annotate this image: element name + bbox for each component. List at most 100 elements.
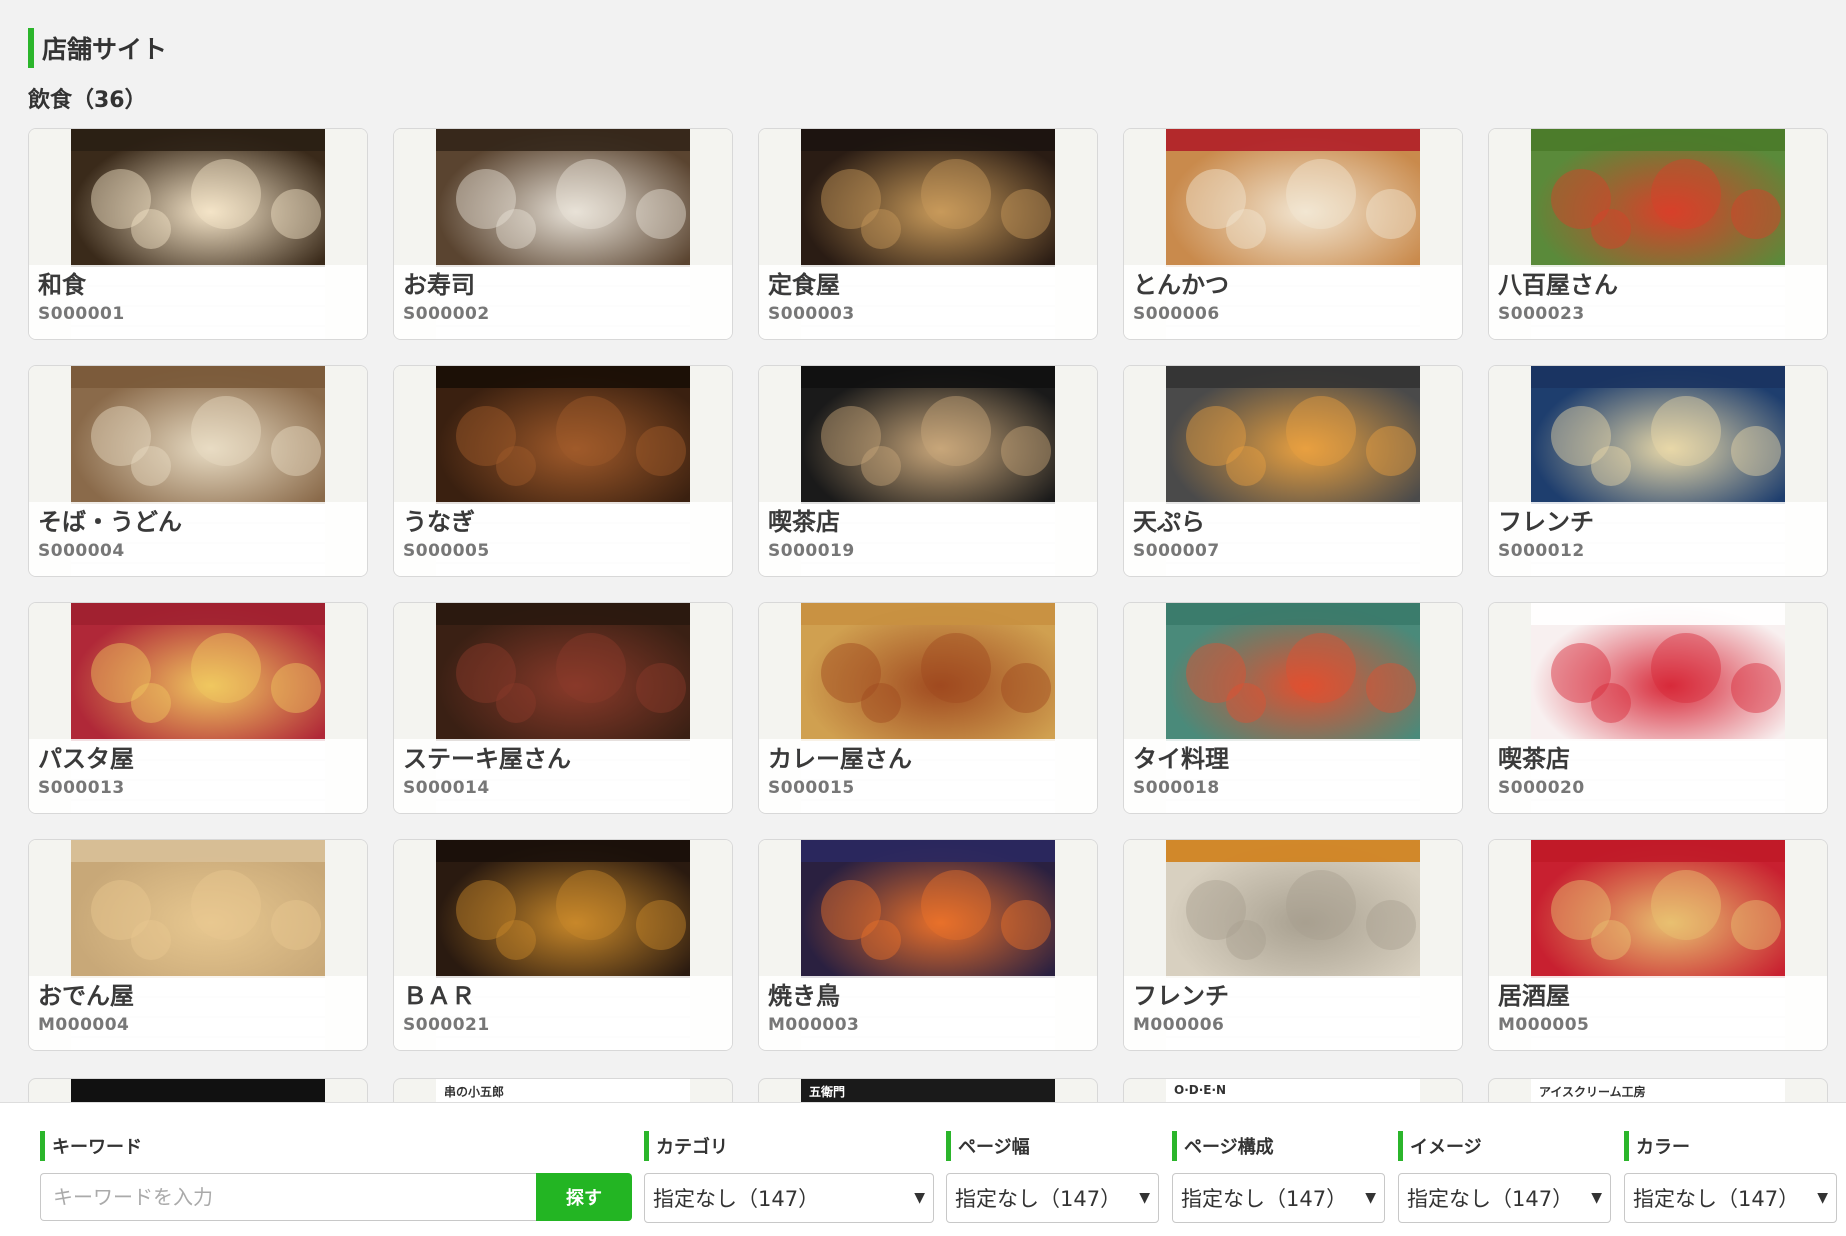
template-card[interactable]: 定食屋 S000003: [758, 128, 1098, 340]
card-code: S000001: [38, 304, 125, 324]
thumbnail-decoration: [1731, 663, 1781, 713]
template-card[interactable]: タイ料理 S000018: [1123, 602, 1463, 814]
card-name: パスタ屋: [38, 745, 134, 773]
template-card[interactable]: ＢＡＲ S000021: [393, 839, 733, 1051]
template-card[interactable]: 喫茶店 S000020: [1488, 602, 1828, 814]
thumbnail-decoration: [556, 396, 626, 466]
template-card[interactable]: 喫茶店 S000019: [758, 365, 1098, 577]
card-name: 天ぷら: [1133, 508, 1205, 536]
keyword-input[interactable]: [40, 1173, 536, 1221]
section-title-text: 店舗サイト: [42, 35, 168, 64]
page-structure-select[interactable]: 指定なし（147） ▼: [1172, 1173, 1385, 1223]
template-card[interactable]: お寿司 S000002: [393, 128, 733, 340]
card-caption: 喫茶店 S000019: [759, 502, 1097, 576]
image-label: イメージ: [1398, 1131, 1482, 1161]
thumbnail-header-bar: [436, 129, 690, 151]
thumbnail-header-bar: [71, 129, 325, 151]
thumbnail-decoration: [1286, 633, 1356, 703]
thumbnail-decoration: [636, 189, 686, 239]
page-width-select[interactable]: 指定なし（147） ▼: [946, 1173, 1159, 1223]
card-name: そば・うどん: [38, 508, 182, 536]
template-card[interactable]: ステーキ屋さん S000014: [393, 602, 733, 814]
card-caption: 八百屋さん S000023: [1489, 265, 1827, 339]
thumbnail-decoration: [496, 920, 536, 960]
thumbnail-decoration: [191, 159, 261, 229]
thumbnail-header-bar: [801, 129, 1055, 151]
thumbnail-decoration: [191, 396, 261, 466]
template-card[interactable]: フレンチ M000006: [1123, 839, 1463, 1051]
template-card[interactable]: とんかつ S000006: [1123, 128, 1463, 340]
template-card[interactable]: 八百屋さん S000023: [1488, 128, 1828, 340]
thumbnail-decoration: [921, 870, 991, 940]
thumbnail-decoration: [1591, 920, 1631, 960]
thumbnail-header-bar: [1166, 129, 1420, 151]
page-width-label: ページ幅: [946, 1131, 1030, 1161]
card-caption: フレンチ S000012: [1489, 502, 1827, 576]
search-button[interactable]: 探す: [536, 1173, 632, 1221]
thumbnail-decoration: [1001, 900, 1051, 950]
template-card[interactable]: 和食 S000001: [28, 128, 368, 340]
section-title: 店舗サイト: [28, 28, 167, 68]
card-caption: ステーキ屋さん S000014: [394, 739, 732, 813]
page-width-select-value: 指定なし（147）: [955, 1187, 1122, 1211]
thumbnail-decoration: [861, 920, 901, 960]
thumbnail-decoration: [1651, 396, 1721, 466]
template-card[interactable]: 居酒屋 M000005: [1488, 839, 1828, 1051]
card-caption: うなぎ S000005: [394, 502, 732, 576]
template-card[interactable]: そば・うどん S000004: [28, 365, 368, 577]
thumbnail-header-bar: [436, 603, 690, 625]
card-caption: カレー屋さん S000015: [759, 739, 1097, 813]
thumbnail-decoration: [556, 870, 626, 940]
card-code: S000014: [403, 778, 490, 798]
card-caption: 定食屋 S000003: [759, 265, 1097, 339]
card-name: タイ料理: [1133, 745, 1229, 773]
filter-bar: キーワード 探す カテゴリ 指定なし（147） ▼ ページ幅 指定なし（147）…: [0, 1102, 1846, 1236]
card-code: S000020: [1498, 778, 1585, 798]
category-select[interactable]: 指定なし（147） ▼: [644, 1173, 934, 1223]
thumbnail-decoration: [496, 446, 536, 486]
template-card[interactable]: うなぎ S000005: [393, 365, 733, 577]
thumbnail-decoration: [636, 900, 686, 950]
card-name: 喫茶店: [1498, 745, 1570, 773]
thumbnail-decoration: [1731, 900, 1781, 950]
thumbnail-decoration: [1226, 209, 1266, 249]
thumbnail-decoration: [1226, 683, 1266, 723]
thumbnail-decoration: [131, 920, 171, 960]
template-card[interactable]: おでん屋 M000004: [28, 839, 368, 1051]
thumbnail-decoration: [191, 633, 261, 703]
thumbnail-decoration: [636, 663, 686, 713]
card-code: M000004: [38, 1015, 130, 1035]
card-caption: おでん屋 M000004: [29, 976, 367, 1050]
card-code: S000021: [403, 1015, 490, 1035]
card-code: M000006: [1133, 1015, 1225, 1035]
card-name: フレンチ: [1133, 982, 1229, 1010]
template-card[interactable]: フレンチ S000012: [1488, 365, 1828, 577]
card-code: S000006: [1133, 304, 1220, 324]
template-card[interactable]: 焼き鳥 M000003: [758, 839, 1098, 1051]
card-name: 喫茶店: [768, 508, 840, 536]
template-card[interactable]: パスタ屋 S000013: [28, 602, 368, 814]
thumbnail-decoration: [1001, 189, 1051, 239]
card-name: カレー屋さん: [768, 745, 912, 773]
card-name: ＢＡＲ: [403, 982, 475, 1010]
card-caption: 居酒屋 M000005: [1489, 976, 1827, 1050]
color-select[interactable]: 指定なし（147） ▼: [1624, 1173, 1837, 1223]
peek-card-label: アイスクリーム工房: [1539, 1085, 1646, 1099]
card-code: S000019: [768, 541, 855, 561]
thumbnail-decoration: [271, 426, 321, 476]
image-select[interactable]: 指定なし（147） ▼: [1398, 1173, 1611, 1223]
thumbnail-decoration: [271, 900, 321, 950]
dropdown-arrow-icon: ▼: [1817, 1190, 1828, 1206]
image-select-value: 指定なし（147）: [1407, 1187, 1574, 1211]
thumbnail-header-bar: [1531, 129, 1785, 151]
card-code: S000007: [1133, 541, 1220, 561]
thumbnail-decoration: [636, 426, 686, 476]
keyword-label: キーワード: [40, 1131, 142, 1161]
template-card[interactable]: カレー屋さん S000015: [758, 602, 1098, 814]
thumbnail-decoration: [1651, 633, 1721, 703]
template-card[interactable]: 天ぷら S000007: [1123, 365, 1463, 577]
thumbnail-header-bar: [801, 840, 1055, 862]
card-code: S000005: [403, 541, 490, 561]
card-caption: そば・うどん S000004: [29, 502, 367, 576]
thumbnail-header-bar: [1166, 603, 1420, 625]
